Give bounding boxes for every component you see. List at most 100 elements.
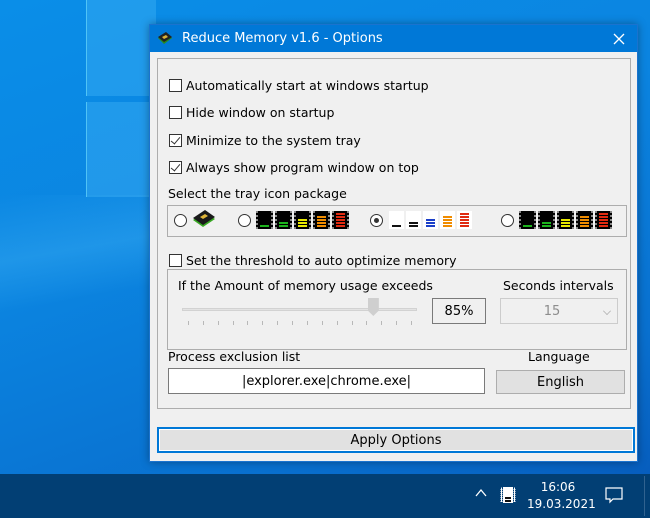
memory-level-bar	[279, 225, 288, 227]
memory-level-bar	[336, 225, 345, 227]
memory-level-bar	[460, 216, 469, 218]
slider-tick	[202, 321, 204, 325]
memory-level-icon	[313, 211, 330, 229]
memory-level-bar	[523, 225, 532, 227]
tray-package-radio-light[interactable]	[370, 214, 383, 227]
hide-window-checkbox-row[interactable]: Hide window on startup	[169, 103, 334, 121]
memory-level-bar	[443, 225, 452, 227]
memory-level-bar	[426, 225, 435, 227]
memory-level-bar	[336, 219, 345, 221]
slider-tick	[381, 321, 383, 325]
apply-options-button[interactable]: Apply Options	[157, 427, 635, 453]
memory-level-bar	[409, 225, 418, 227]
memory-level-bar	[561, 225, 570, 227]
desktop-wallpaper-pane	[86, 102, 156, 197]
memory-level-bar	[317, 219, 326, 221]
memory-level-bar	[542, 222, 551, 224]
memory-threshold-slider-thumb[interactable]	[367, 298, 379, 316]
hide-window-label: Hide window on startup	[186, 104, 335, 120]
slider-tick	[366, 321, 368, 325]
title-bar[interactable]: Reduce Memory v1.6 - Options	[150, 25, 637, 52]
memory-level-bar	[460, 225, 469, 227]
desktop-wallpaper-glow	[0, 195, 160, 335]
memory-level-bar	[298, 222, 307, 224]
memory-level-bar	[426, 219, 435, 221]
memory-tray-icon	[500, 487, 516, 503]
memory-level-bar	[317, 222, 326, 224]
memory-level-bar	[279, 222, 288, 224]
ram-chip-icon	[158, 31, 172, 44]
options-group: Automatically start at windows startup H…	[157, 58, 631, 409]
memory-exceeds-label: If the Amount of memory usage exceeds	[178, 278, 433, 293]
memory-level-bar	[298, 225, 307, 227]
memory-level-icon	[519, 211, 536, 229]
hide-window-checkbox[interactable]	[169, 105, 182, 119]
slider-tick	[217, 321, 219, 325]
threshold-checkbox-row[interactable]: Set the threshold to auto optimize memor…	[169, 251, 457, 269]
memory-level-bar	[561, 222, 570, 224]
memory-threshold-slider-track[interactable]	[182, 308, 417, 311]
memory-level-icon	[294, 211, 311, 229]
action-center-button[interactable]	[604, 486, 624, 504]
memory-level-bar	[599, 219, 608, 221]
tray-package-preview-light	[389, 209, 472, 231]
memory-level-icon	[389, 211, 404, 229]
seconds-interval-select[interactable]: 15	[500, 298, 618, 324]
memory-level-bar	[460, 219, 469, 221]
memory-level-bar	[580, 225, 589, 227]
ram-stick-icon	[193, 210, 215, 227]
memory-level-icon	[406, 211, 421, 229]
tray-package-radio-dark-dotted[interactable]	[238, 214, 251, 227]
memory-level-bar	[580, 222, 589, 224]
language-button[interactable]: English	[496, 370, 625, 394]
threshold-checkbox[interactable]	[169, 253, 182, 267]
clock-time: 16:06	[540, 480, 576, 494]
memory-level-bar	[580, 216, 589, 218]
memory-level-bar	[599, 222, 608, 224]
minimize-tray-checkbox[interactable]	[169, 133, 182, 147]
memory-level-icon	[557, 211, 574, 229]
memory-level-bar	[443, 219, 452, 221]
memory-level-icon	[332, 211, 349, 229]
memory-level-icon	[440, 211, 455, 229]
memory-level-icon	[423, 211, 438, 229]
auto-start-checkbox[interactable]	[169, 78, 182, 92]
always-on-top-label: Always show program window on top	[186, 159, 419, 175]
memory-level-icon	[457, 211, 472, 229]
memory-level-bar	[317, 216, 326, 218]
tray-package-radio-ram[interactable]	[174, 214, 187, 227]
memory-level-icon	[538, 211, 555, 229]
tray-package-radio-dark[interactable]	[501, 214, 514, 227]
exclusion-list-label: Process exclusion list	[168, 349, 301, 364]
close-button[interactable]	[601, 25, 637, 52]
slider-tick	[188, 321, 189, 325]
memory-level-bar	[599, 213, 608, 215]
threshold-percent-display: 85%	[432, 298, 486, 324]
close-icon	[613, 33, 625, 44]
memory-level-bar	[298, 219, 307, 221]
memory-level-bar	[260, 225, 269, 227]
auto-start-checkbox-row[interactable]: Automatically start at windows startup	[169, 76, 429, 94]
always-on-top-checkbox[interactable]	[169, 160, 182, 174]
memory-level-bar	[599, 225, 608, 227]
memory-level-bar	[392, 225, 401, 227]
threshold-label: Set the threshold to auto optimize memor…	[186, 252, 457, 268]
taskbar-clock[interactable]: 16:06 19.03.2021	[527, 479, 596, 513]
memory-level-icon	[595, 211, 612, 229]
reduce-memory-tray-button[interactable]	[500, 487, 516, 503]
exclusion-list-input[interactable]: |explorer.exe|chrome.exe|	[168, 368, 485, 394]
slider-tick	[396, 321, 398, 325]
auto-start-label: Automatically start at windows startup	[186, 77, 429, 93]
minimize-tray-checkbox-row[interactable]: Minimize to the system tray	[169, 131, 361, 149]
slider-tick	[411, 321, 412, 325]
show-desktop-button[interactable]	[644, 476, 645, 516]
slider-tick	[247, 321, 249, 325]
window-title: Reduce Memory v1.6 - Options	[182, 31, 383, 46]
slider-tick	[336, 321, 338, 325]
tray-package-preview-dark	[519, 209, 612, 231]
slider-tick	[232, 321, 234, 325]
seconds-interval-value: 15	[543, 303, 561, 319]
always-on-top-checkbox-row[interactable]: Always show program window on top	[169, 158, 419, 176]
slider-tick	[292, 321, 294, 325]
show-hidden-icons-button[interactable]	[474, 486, 488, 500]
